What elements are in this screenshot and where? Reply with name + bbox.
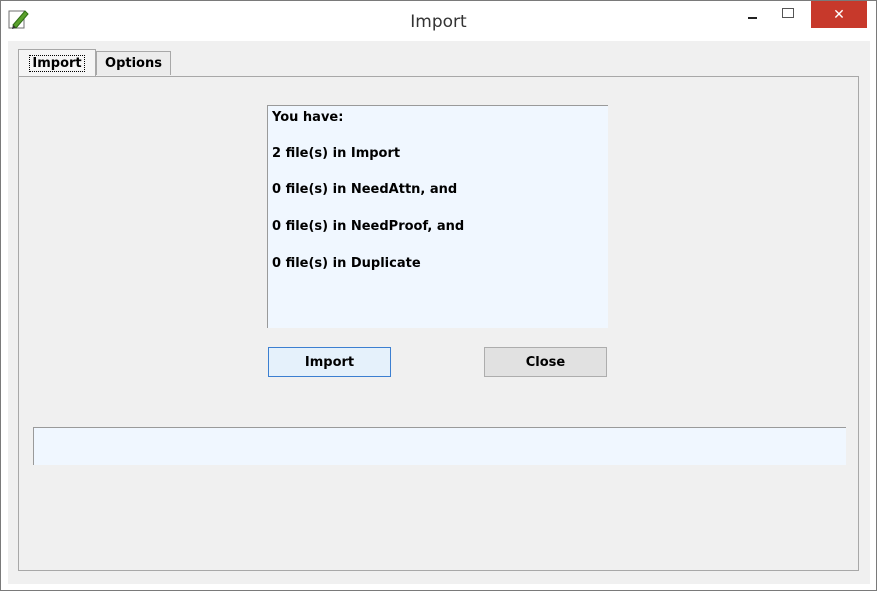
close-window-button[interactable]: ✕	[811, 1, 867, 28]
title-bar[interactable]: Import ✕	[1, 1, 876, 41]
close-button[interactable]: Close	[484, 347, 607, 377]
tab-options-label: Options	[105, 56, 162, 71]
tab-import-label: Import	[29, 54, 85, 72]
minimize-button[interactable]	[738, 1, 768, 29]
close-icon: ✕	[833, 6, 845, 23]
summary-line: 0 file(s) in NeedAttn, and	[272, 182, 458, 197]
window-client-area: Import Options You have: 2 file(s) in Im…	[8, 41, 870, 584]
summary-line: 2 file(s) in Import	[272, 146, 401, 161]
import-button[interactable]: Import	[268, 347, 391, 377]
file-summary-box[interactable]: You have: 2 file(s) in Import 0 file(s) …	[267, 105, 608, 328]
status-field[interactable]	[33, 427, 846, 465]
summary-line: 0 file(s) in Duplicate	[272, 256, 421, 271]
tab-import[interactable]: Import	[18, 49, 96, 76]
import-window: Import ✕ Import Options You have: 2 file…	[0, 0, 877, 591]
tab-options[interactable]: Options	[96, 51, 171, 75]
summary-line: You have:	[272, 110, 344, 125]
tab-panel-import: You have: 2 file(s) in Import 0 file(s) …	[18, 76, 859, 571]
maximize-button[interactable]	[774, 1, 804, 29]
summary-line: 0 file(s) in NeedProof, and	[272, 219, 465, 234]
